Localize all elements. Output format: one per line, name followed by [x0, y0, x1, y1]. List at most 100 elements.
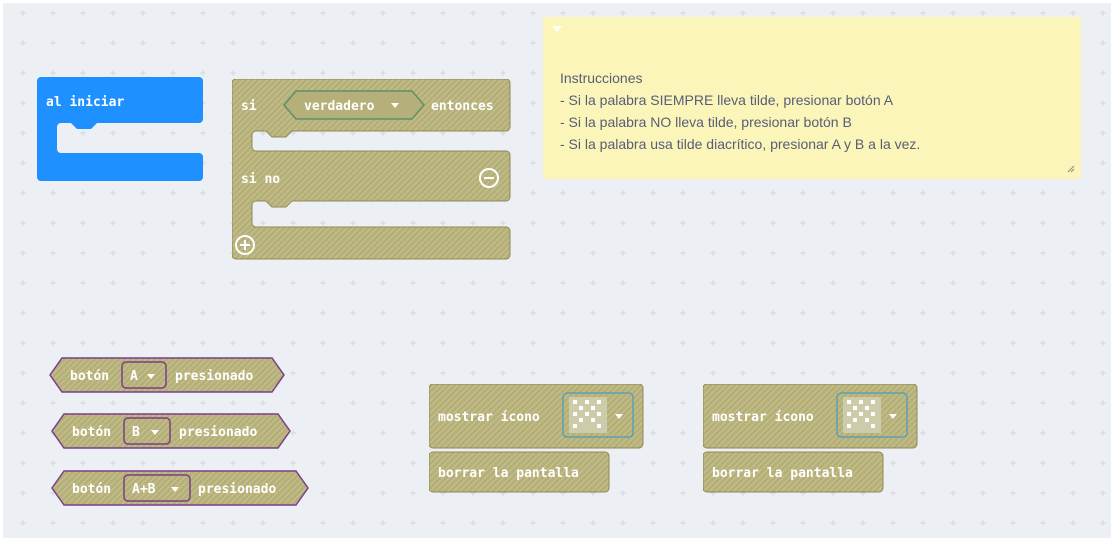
- grid-mark: [290, 340, 296, 346]
- grid-mark: [320, 310, 326, 316]
- show-icon-stack-1[interactable]: mostrar ícono borrar la pantalla: [429, 384, 649, 502]
- grid-mark: [830, 310, 836, 316]
- grid-mark: [200, 520, 206, 526]
- grid-mark: [1040, 460, 1046, 466]
- grid-mark: [380, 310, 386, 316]
- if-else-block[interactable]: si verdadero entonces si no: [232, 79, 517, 263]
- grid-mark: [830, 190, 836, 196]
- grid-mark: [200, 250, 206, 256]
- grid-mark: [50, 520, 56, 526]
- icon-picker[interactable]: [562, 392, 634, 438]
- grid-mark: [200, 340, 206, 346]
- note-text[interactable]: Instrucciones - Si la palabra SIEMPRE ll…: [560, 67, 920, 155]
- grid-mark: [800, 340, 806, 346]
- grid-mark: [830, 280, 836, 286]
- grid-mark: [230, 400, 236, 406]
- grid-mark: [590, 190, 596, 196]
- grid-mark: [530, 70, 536, 76]
- grid-mark: [200, 460, 206, 466]
- grid-mark: [590, 370, 596, 376]
- grid-mark: [620, 520, 626, 526]
- grid-mark: [890, 190, 896, 196]
- grid-mark: [50, 10, 56, 16]
- grid-mark: [380, 10, 386, 16]
- grid-mark: [350, 10, 356, 16]
- grid-mark: [80, 280, 86, 286]
- grid-mark: [20, 340, 26, 346]
- grid-mark: [950, 520, 956, 526]
- workspace[interactable]: al iniciar si verdadero entonces si no I…: [3, 3, 1111, 538]
- grid-mark: [20, 280, 26, 286]
- grid-mark: [920, 520, 926, 526]
- grid-mark: [1100, 520, 1106, 526]
- grid-mark: [980, 370, 986, 376]
- grid-mark: [350, 490, 356, 496]
- grid-mark: [380, 460, 386, 466]
- grid-mark: [1040, 520, 1046, 526]
- note-collapse-icon[interactable]: [552, 26, 562, 32]
- grid-mark: [1100, 340, 1106, 346]
- grid-mark: [890, 370, 896, 376]
- show-icon-label: mostrar ícono: [438, 410, 540, 425]
- grid-mark: [650, 520, 656, 526]
- instructions-note[interactable]: Instrucciones - Si la palabra SIEMPRE ll…: [543, 17, 1081, 179]
- grid-mark: [260, 340, 266, 346]
- grid-mark: [830, 370, 836, 376]
- grid-mark: [380, 370, 386, 376]
- grid-mark: [200, 280, 206, 286]
- grid-mark: [1070, 250, 1076, 256]
- show-icon-stack-2[interactable]: mostrar ícono borrar la pantalla: [703, 384, 923, 502]
- grid-mark: [410, 310, 416, 316]
- grid-mark: [620, 190, 626, 196]
- button-b-pressed-block[interactable]: botón B presionado: [50, 411, 295, 451]
- button-a-dropdown[interactable]: A: [121, 361, 167, 389]
- grid-mark: [170, 10, 176, 16]
- grid-mark: [770, 280, 776, 286]
- grid-mark: [110, 310, 116, 316]
- grid-mark: [20, 190, 26, 196]
- grid-mark: [530, 10, 536, 16]
- grid-mark: [140, 460, 146, 466]
- grid-mark: [1100, 220, 1106, 226]
- button-prefix: botón: [72, 425, 111, 440]
- grid-mark: [110, 10, 116, 16]
- icon-picker[interactable]: [836, 392, 908, 438]
- grid-mark: [950, 460, 956, 466]
- grid-mark: [650, 310, 656, 316]
- grid-mark: [1100, 280, 1106, 286]
- grid-mark: [200, 310, 206, 316]
- grid-mark: [230, 40, 236, 46]
- grid-mark: [320, 40, 326, 46]
- button-ab-dropdown[interactable]: A+B: [123, 474, 191, 502]
- on-start-block[interactable]: al iniciar: [37, 77, 207, 185]
- grid-mark: [350, 400, 356, 406]
- grid-mark: [410, 370, 416, 376]
- grid-mark: [680, 310, 686, 316]
- grid-mark: [530, 250, 536, 256]
- grid-mark: [950, 310, 956, 316]
- note-line-3: - Si la palabra usa tilde diacrítico, pr…: [560, 136, 921, 152]
- grid-mark: [590, 340, 596, 346]
- grid-mark: [980, 190, 986, 196]
- grid-mark: [290, 370, 296, 376]
- grid-mark: [260, 460, 266, 466]
- grid-mark: [20, 10, 26, 16]
- grid-mark: [290, 310, 296, 316]
- grid-mark: [560, 280, 566, 286]
- grid-mark: [410, 40, 416, 46]
- grid-mark: [290, 460, 296, 466]
- grid-mark: [920, 370, 926, 376]
- condition-dropdown[interactable]: verdadero: [283, 90, 425, 120]
- button-a-pressed-block[interactable]: botón A presionado: [48, 355, 288, 395]
- grid-mark: [920, 310, 926, 316]
- grid-mark: [140, 520, 146, 526]
- grid-mark: [530, 520, 536, 526]
- button-b-dropdown[interactable]: B: [123, 417, 171, 445]
- grid-mark: [560, 250, 566, 256]
- button-ab-pressed-block[interactable]: botón A+B presionado: [50, 468, 312, 508]
- grid-mark: [1040, 280, 1046, 286]
- grid-mark: [230, 340, 236, 346]
- grid-mark: [110, 280, 116, 286]
- clear-screen-label: borrar la pantalla: [438, 466, 579, 481]
- resize-handle-icon[interactable]: [1067, 165, 1075, 173]
